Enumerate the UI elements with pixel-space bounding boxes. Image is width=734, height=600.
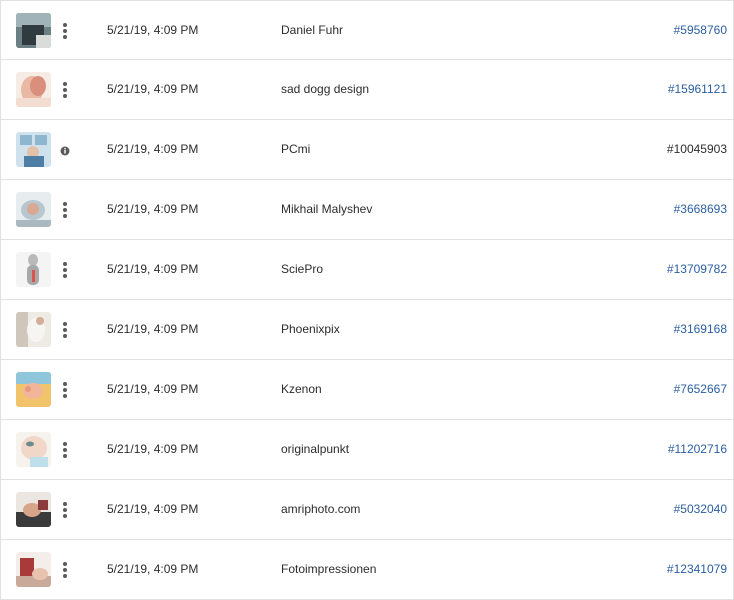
license-history-list: 5/21/19, 4:09 PM Daniel Fuhr #5958760 5/… (0, 0, 734, 600)
asset-id-link[interactable]: #11202716 (668, 420, 727, 478)
asset-thumbnail[interactable] (16, 192, 51, 227)
asset-id-link[interactable]: #13709782 (667, 240, 727, 298)
asset-thumbnail[interactable] (16, 432, 51, 467)
more-options-icon[interactable] (57, 198, 73, 222)
more-options-icon[interactable] (57, 78, 73, 102)
license-date: 5/21/19, 4:09 PM (107, 382, 199, 396)
asset-thumbnail[interactable] (16, 552, 51, 587)
asset-thumbnail[interactable] (16, 312, 51, 347)
list-item: 5/21/19, 4:09 PM Phoenixpix #3169168 (1, 300, 733, 360)
asset-thumbnail[interactable] (16, 252, 51, 287)
asset-id-link[interactable]: #15961121 (668, 60, 727, 118)
license-date: 5/21/19, 4:09 PM (107, 502, 199, 516)
more-options-icon[interactable] (57, 378, 73, 402)
asset-id-link[interactable]: #12341079 (667, 540, 727, 598)
list-item: 5/21/19, 4:09 PM sad dogg design #159611… (1, 60, 733, 120)
more-options-icon[interactable] (57, 438, 73, 462)
more-options-icon[interactable] (57, 19, 73, 43)
license-date: 5/21/19, 4:09 PM (107, 23, 199, 37)
list-item: 5/21/19, 4:09 PM Mikhail Malyshev #36686… (1, 180, 733, 240)
license-date: 5/21/19, 4:09 PM (107, 322, 199, 336)
more-options-icon[interactable] (57, 558, 73, 582)
license-date: 5/21/19, 4:09 PM (107, 442, 199, 456)
license-date: 5/21/19, 4:09 PM (107, 82, 199, 96)
asset-id-link[interactable]: #5958760 (674, 1, 727, 59)
asset-thumbnail[interactable] (16, 132, 51, 167)
license-date: 5/21/19, 4:09 PM (107, 202, 199, 216)
asset-thumbnail[interactable] (16, 13, 51, 48)
list-item: 5/21/19, 4:09 PM PCmi #10045903 (1, 120, 733, 180)
author-name[interactable]: Daniel Fuhr (281, 1, 343, 59)
asset-id-link[interactable]: #3169168 (674, 300, 727, 358)
author-name[interactable]: Fotoimpressionen (281, 540, 376, 598)
list-item: 5/21/19, 4:09 PM Daniel Fuhr #5958760 (1, 0, 733, 60)
license-date: 5/21/19, 4:09 PM (107, 562, 199, 576)
asset-id-link[interactable]: #3668693 (674, 180, 727, 238)
asset-thumbnail[interactable] (16, 72, 51, 107)
list-item: 5/21/19, 4:09 PM Fotoimpressionen #12341… (1, 540, 733, 600)
license-date: 5/21/19, 4:09 PM (107, 142, 199, 156)
more-options-icon[interactable] (57, 498, 73, 522)
more-options-icon[interactable] (57, 258, 73, 282)
asset-id: #10045903 (666, 142, 727, 156)
asset-thumbnail[interactable] (16, 372, 51, 407)
asset-thumbnail[interactable] (16, 492, 51, 527)
list-item: 5/21/19, 4:09 PM SciePro #13709782 (1, 240, 733, 300)
author-name[interactable]: amriphoto.com (281, 480, 360, 538)
license-date: 5/21/19, 4:09 PM (107, 262, 199, 276)
author-name[interactable]: originalpunkt (281, 420, 349, 478)
info-icon[interactable] (59, 144, 71, 156)
list-item: 5/21/19, 4:09 PM originalpunkt #11202716 (1, 420, 733, 480)
author-name[interactable]: Kzenon (281, 360, 322, 418)
more-options-icon[interactable] (57, 318, 73, 342)
author-name[interactable]: Phoenixpix (281, 300, 340, 358)
author-name[interactable]: PCmi (281, 120, 310, 178)
author-name[interactable]: sad dogg design (281, 60, 369, 118)
list-item: 5/21/19, 4:09 PM Kzenon #7652667 (1, 360, 733, 420)
list-item: 5/21/19, 4:09 PM amriphoto.com #5032040 (1, 480, 733, 540)
asset-id-link[interactable]: #7652667 (674, 360, 727, 418)
author-name[interactable]: SciePro (281, 240, 323, 298)
asset-id-link[interactable]: #5032040 (674, 480, 727, 538)
author-name[interactable]: Mikhail Malyshev (281, 180, 372, 238)
